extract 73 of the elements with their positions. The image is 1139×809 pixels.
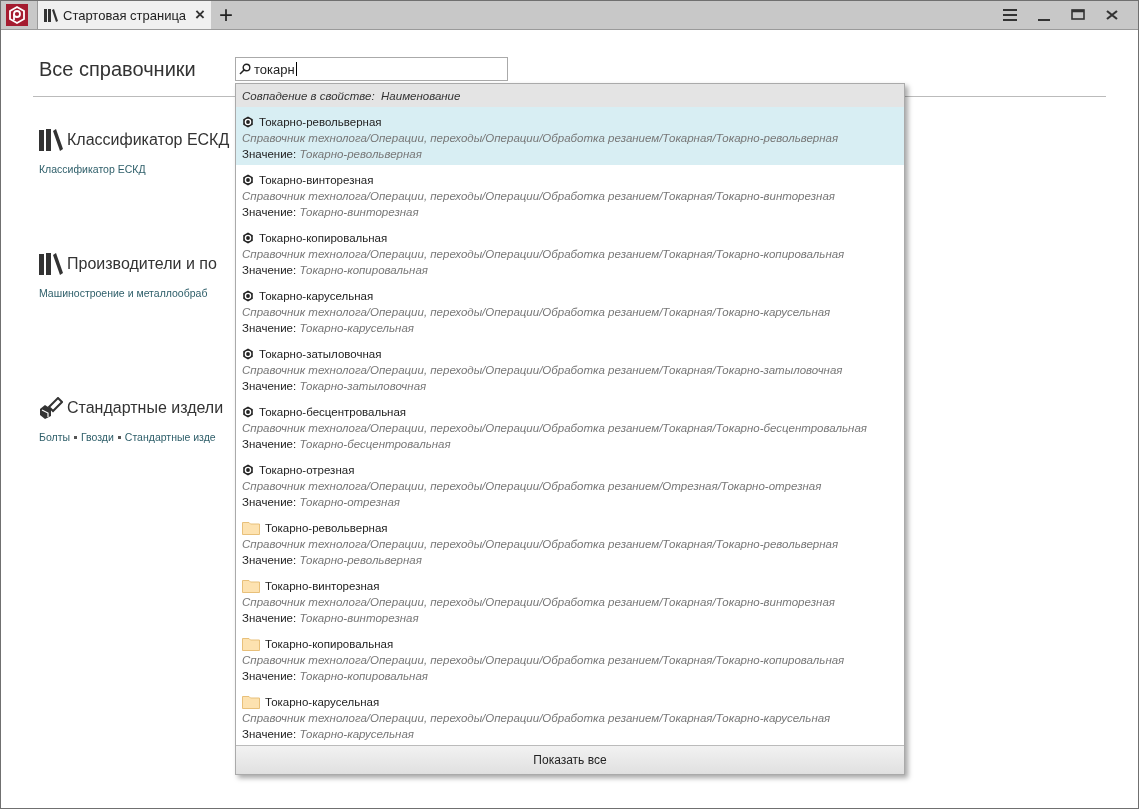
- result-path: Справочник технолога/Операции, переходы/Операции/Обработка резанием/Отрезная/Токарно-отрезная: [242, 479, 823, 494]
- result-path: Справочник технолога/Операции, переходы/Операции/Обработка резанием/Токарная/Токарно-карусельная: [242, 305, 832, 320]
- result-value: Значение: Токарно-бесцентровальная: [242, 437, 452, 452]
- result-item[interactable]: Токарно-карусельная Справочник технолога/Операции, переходы/Операции/Обработка резанием/Токарная/Токарно-карусельная Значение: Токарно-карусельная: [236, 687, 904, 745]
- books-icon: [39, 253, 63, 275]
- result-name: Токарно-отрезная: [259, 463, 355, 478]
- result-item[interactable]: Токарно-карусельная Справочник технолога/Операции, переходы/Операции/Обработка резанием/Токарная/Токарно-карусельная Значение: Токарно-карусельная: [236, 281, 904, 339]
- page-title: Все справочники: [39, 57, 197, 81]
- result-path: Справочник технолога/Операции, переходы/Операции/Обработка резанием/Токарная/Токарно-винторезная: [242, 595, 836, 610]
- folder-icon: [242, 521, 260, 535]
- show-all-button[interactable]: Показать все: [236, 745, 904, 774]
- result-name: Токарно-револьверная: [259, 115, 382, 130]
- result-value: Значение: Токарно-карусельная: [242, 321, 415, 336]
- result-value: Значение: Токарно-револьверная: [242, 147, 423, 162]
- result-path: Справочник технолога/Операции, переходы/Операции/Обработка резанием/Токарная/Токарно-револьверная: [242, 537, 840, 552]
- result-name: Токарно-копировальная: [259, 231, 388, 246]
- result-value: Значение: Токарно-винторезная: [242, 611, 420, 626]
- search-icon: [239, 63, 251, 75]
- result-value: Значение: Токарно-затыловочная: [242, 379, 428, 394]
- close-tab-button[interactable]: ×: [195, 5, 206, 25]
- result-item[interactable]: Токарно-револьверная Справочник технолога/Операции, переходы/Операции/Обработка резанием/Токарная/Токарно-револьверная Значение: Токарно-револьверная: [236, 513, 904, 571]
- tab-label: Стартовая страница: [63, 7, 187, 23]
- new-tab-button[interactable]: +: [219, 3, 234, 27]
- result-item[interactable]: Токарно-затыловочная Справочник технолога/Операции, переходы/Операции/Обработка резанием/Токарная/Токарно-затыловочная Значение: Токарно-затыловочная: [236, 339, 904, 397]
- section-title: Стандартные издели: [67, 399, 224, 417]
- result-path: Справочник технолога/Операции, переходы/Операции/Обработка резанием/Токарная/Токарно-револьверная: [242, 131, 840, 146]
- result-name: Токарно-карусельная: [265, 695, 380, 710]
- result-path: Справочник технолога/Операции, переходы/Операции/Обработка резанием/Токарная/Токарно-затыловочная: [242, 363, 844, 378]
- result-name: Токарно-копировальная: [265, 637, 394, 652]
- section-title: Производители и по: [67, 255, 217, 273]
- match-header: Совпадение в свойстве: Наименование: [236, 84, 904, 107]
- books-icon: [39, 129, 63, 151]
- result-item[interactable]: Токарно-бесцентровальная Справочник технолога/Операции, переходы/Операции/Обработка резанием/Токарная/Токарно-бесцентровальная Значение: Токарно-бесцентровальная: [236, 397, 904, 455]
- result-path: Справочник технолога/Операции, переходы/Операции/Обработка резанием/Токарная/Токарно-копировальная: [242, 653, 846, 668]
- section-title: Классификатор ЕСКД: [67, 131, 230, 149]
- result-name: Токарно-затыловочная: [259, 347, 382, 362]
- result-item[interactable]: Токарно-копировальная Справочник технолога/Операции, переходы/Операции/Обработка резанием/Токарная/Токарно-копировальная Значение: Токарно-копировальная: [236, 629, 904, 687]
- result-value: Значение: Токарно-револьверная: [242, 553, 423, 568]
- result-item[interactable]: Токарно-винторезная Справочник технолога/Операции, переходы/Операции/Обработка резанием/Токарная/Токарно-винторезная Значение: Токарно-винторезная: [236, 165, 904, 223]
- result-name: Токарно-бесцентровальная: [259, 405, 407, 420]
- bolt-icon: [39, 397, 63, 419]
- result-path: Справочник технолога/Операции, переходы/Операции/Обработка резанием/Токарная/Токарно-бесцентровальная: [242, 421, 868, 436]
- catalog-link[interactable]: Классификатор ЕСКД: [39, 163, 146, 175]
- result-value: Значение: Токарно-отрезная: [242, 495, 401, 510]
- catalog-link[interactable]: Гвозди: [81, 431, 114, 443]
- catalog-link[interactable]: Машиностроение и металлообраб: [39, 287, 208, 299]
- result-value: Значение: Токарно-винторезная: [242, 205, 420, 220]
- catalog-link[interactable]: Болты: [39, 431, 70, 443]
- maximize-icon[interactable]: [1070, 8, 1086, 22]
- result-path: Справочник технолога/Операции, переходы/Операции/Обработка резанием/Токарная/Токарно-копировальная: [242, 247, 846, 262]
- result-item[interactable]: Токарно-револьверная Справочник технолога/Операции, переходы/Операции/Обработка резанием/Токарная/Токарно-револьверная Значение: Токарно-револьверная: [236, 107, 904, 165]
- result-value: Значение: Токарно-копировальная: [242, 669, 429, 684]
- close-icon[interactable]: [1104, 8, 1120, 22]
- catalog-link[interactable]: Стандартные изде: [124, 431, 216, 443]
- result-name: Токарно-револьверная: [265, 521, 388, 536]
- result-path: Справочник технолога/Операции, переходы/Операции/Обработка резанием/Токарная/Токарно-карусельная: [242, 711, 832, 726]
- folder-icon: [242, 695, 260, 709]
- result-name: Токарно-винторезная: [265, 579, 380, 594]
- app-logo-icon: [6, 4, 28, 26]
- result-item[interactable]: Токарно-копировальная Справочник технолога/Операции, переходы/Операции/Обработка резанием/Токарная/Токарно-копировальная Значение: Токарно-копировальная: [236, 223, 904, 281]
- result-item[interactable]: Токарно-винторезная Справочник технолога/Операции, переходы/Операции/Обработка резанием/Токарная/Токарно-винторезная Значение: Токарно-винторезная: [236, 571, 904, 629]
- folder-icon: [242, 579, 260, 593]
- result-value: Значение: Токарно-карусельная: [242, 727, 415, 742]
- result-item[interactable]: Токарно-отрезная Справочник технолога/Операции, переходы/Операции/Обработка резанием/Отрезная/Токарно-отрезная Значение: Токарно-отрезная: [236, 455, 904, 513]
- result-path: Справочник технолога/Операции, переходы/Операции/Обработка резанием/Токарная/Токарно-винторезная: [242, 189, 836, 204]
- start-page-tab[interactable]: Стартовая страница ×: [37, 1, 212, 29]
- search-field[interactable]: токарн: [235, 57, 508, 81]
- folder-icon: [242, 637, 260, 651]
- menu-icon[interactable]: [1002, 8, 1018, 22]
- result-value: Значение: Токарно-копировальная: [242, 263, 429, 278]
- books-icon: [44, 8, 58, 22]
- result-name: Токарно-винторезная: [259, 173, 374, 188]
- result-name: Токарно-карусельная: [259, 289, 374, 304]
